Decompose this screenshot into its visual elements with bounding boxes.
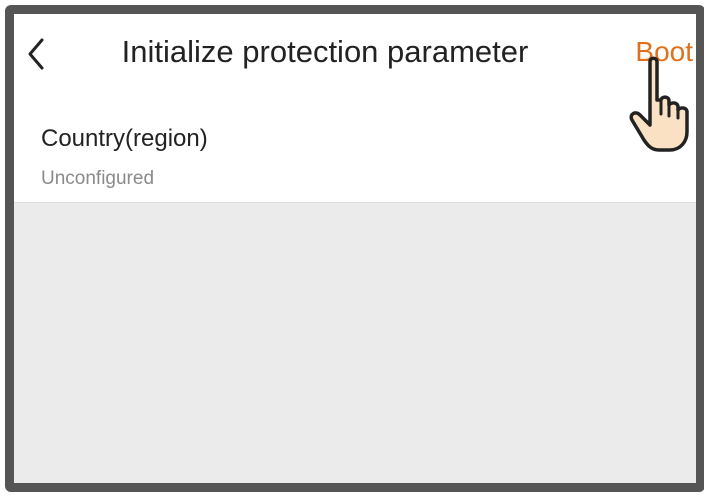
title-bar: Initialize protection parameter Boot [14, 14, 696, 98]
page-title: Initialize protection parameter [121, 34, 529, 69]
country-region-value: Unconfigured [41, 168, 155, 189]
country-region-label: Country(region) [41, 125, 208, 152]
phone-screen: Initialize protection parameter Boot Cou… [5, 5, 704, 492]
back-button[interactable] [22, 34, 52, 74]
chevron-left-icon [28, 38, 44, 70]
boot-button[interactable]: Boot [635, 36, 693, 68]
country-region-setting[interactable]: Country(region) Unconfigured [14, 98, 696, 203]
